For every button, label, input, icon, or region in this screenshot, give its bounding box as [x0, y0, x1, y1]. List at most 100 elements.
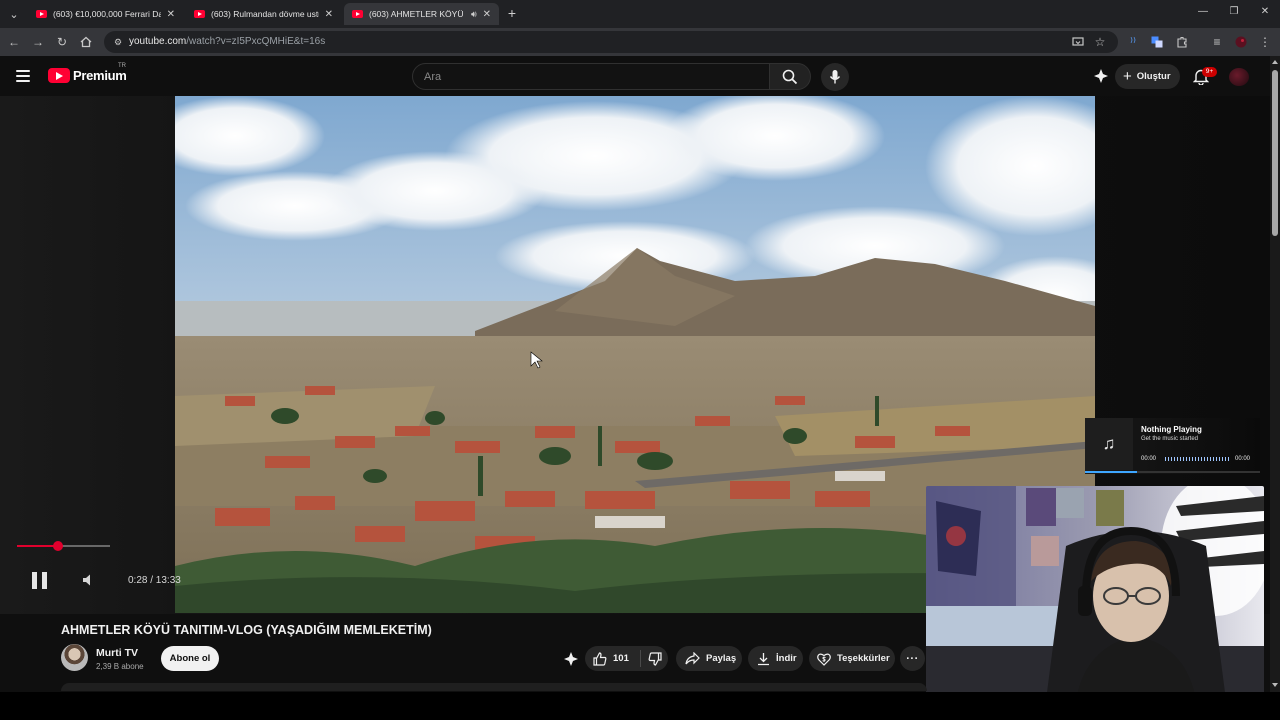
youtube-premium-logo[interactable]: Premium TR — [48, 63, 127, 83]
new-tab-plus-icon[interactable]: + — [505, 5, 519, 21]
back-arrow-icon[interactable]: ← — [5, 33, 23, 51]
channel-name[interactable]: Murti TV — [96, 647, 138, 659]
reload-icon[interactable]: ↻ — [53, 33, 71, 51]
bookmark-star-icon[interactable]: ☆ — [1091, 33, 1109, 51]
scroll-up-arrow-icon[interactable] — [1272, 60, 1278, 64]
webcam-overlay — [926, 486, 1264, 700]
music-widget-progress — [1085, 471, 1137, 473]
search-button[interactable] — [769, 63, 811, 90]
browser-tab-1[interactable]: (603) €10,000,000 Ferrari Dayto ✕ — [28, 3, 183, 25]
download-button[interactable]: İndir — [748, 646, 803, 671]
url-path: /watch?v=zI5PxcQMHiE&t=16s — [186, 36, 326, 47]
progress-scrubber-knob[interactable] — [53, 541, 63, 551]
url-text[interactable]: youtube.com/watch?v=zI5PxcQMHiE&t=16s — [129, 36, 325, 47]
microphone-icon — [829, 70, 841, 84]
music-widget-title: Nothing Playing — [1141, 425, 1202, 434]
music-widget-time-end: 00:00 — [1235, 456, 1251, 462]
scroll-down-arrow-icon[interactable] — [1272, 683, 1278, 687]
notification-count-badge: 9+ — [1202, 67, 1217, 77]
download-icon — [758, 652, 769, 665]
music-widget-subtitle: Get the music started — [1141, 436, 1199, 442]
guide-menu-icon[interactable] — [16, 70, 30, 82]
plus-icon: + — [1123, 67, 1132, 85]
youtube-favicon-icon — [36, 10, 47, 18]
thumbs-down-icon — [648, 651, 662, 666]
music-note-icon: ♫ — [1085, 418, 1133, 470]
thanks-heart-dollar-icon — [817, 653, 831, 666]
webcam-streamer-image — [926, 486, 1264, 700]
close-window-icon[interactable]: ✕ — [1257, 6, 1273, 17]
youtube-play-logo-icon — [48, 68, 70, 83]
extensions-puzzle-icon[interactable] — [1173, 33, 1191, 51]
forward-arrow-icon[interactable]: → — [29, 33, 47, 51]
more-actions-icon[interactable]: ··· — [900, 646, 925, 671]
thumbs-up-icon — [593, 651, 607, 666]
share-arrow-icon — [685, 652, 700, 665]
like-count: 101 — [613, 653, 629, 664]
browser-tab-3-active[interactable]: (603) AHMETLER KÖYÜ TAN 🔊︎ ✕ — [344, 3, 499, 25]
browser-menu-kebab-icon[interactable]: ⋮ — [1256, 33, 1274, 51]
channel-avatar[interactable] — [61, 644, 88, 671]
thanks-label: Teşekkürler — [837, 653, 890, 664]
time-display: 0:28 / 13:33 — [128, 575, 181, 586]
create-button[interactable]: + Oluştur — [1115, 64, 1180, 89]
thanks-button[interactable]: Teşekkürler — [809, 646, 895, 671]
like-button[interactable]: 101 — [585, 651, 640, 666]
video-title: AHMETLER KÖYÜ TANITIM-VLOG (YAŞADIĞIM ME… — [61, 623, 432, 637]
browser-tab-2[interactable]: (603) Rulmandan dövme ustura ✕ — [186, 3, 341, 25]
youtube-favicon-icon — [194, 10, 205, 18]
profile-icon[interactable] — [1232, 33, 1250, 51]
browser-toolbar: ← → ↻ ⚙︎ youtube.com/watch?v=zI5PxcQMHiE… — [0, 28, 1280, 56]
page-scrollbar[interactable] — [1270, 56, 1280, 692]
address-bar[interactable]: ⚙︎ youtube.com/watch?v=zI5PxcQMHiE&t=16s — [104, 31, 1118, 53]
cast-screen-icon[interactable] — [1069, 33, 1087, 51]
player-controls: 0:28 / 13:33 — [0, 540, 181, 600]
ask-sparkle-icon[interactable] — [561, 649, 581, 669]
search-input[interactable] — [413, 64, 769, 89]
scrollbar-thumb[interactable] — [1272, 70, 1278, 236]
account-avatar[interactable] — [1229, 68, 1249, 86]
read-aloud-icon[interactable]: ⁾⁾ — [1124, 33, 1142, 51]
volume-icon[interactable] — [82, 573, 96, 587]
logo-region-code: TR — [118, 63, 126, 69]
sparkle-ai-icon[interactable] — [1092, 67, 1110, 85]
bottom-black-bar — [0, 692, 1280, 720]
share-label: Paylaş — [706, 653, 737, 664]
site-info-icon[interactable]: ⚙︎ — [112, 36, 124, 48]
logo-wordmark: Premium — [73, 68, 127, 83]
browser-tab-title: (603) Rulmandan dövme ustura — [211, 9, 319, 19]
tab-audio-speaker-icon[interactable]: 🔊︎ — [471, 9, 477, 20]
subscriber-count: 2,39 B abone — [96, 662, 144, 671]
subscribe-button[interactable]: Abone ol — [161, 646, 219, 671]
like-dislike-group: 101 — [585, 646, 668, 671]
close-tab-icon[interactable]: ✕ — [325, 9, 333, 20]
home-icon[interactable] — [77, 33, 95, 51]
browser-tab-title: (603) AHMETLER KÖYÜ TAN — [369, 9, 465, 19]
restore-window-icon[interactable]: ❐ — [1226, 6, 1242, 17]
music-widget: ♫ Nothing Playing Get the music started … — [1085, 418, 1260, 474]
close-tab-icon[interactable]: ✕ — [483, 9, 491, 20]
minimize-window-icon[interactable]: — — [1195, 6, 1211, 17]
progress-bar[interactable] — [17, 541, 110, 551]
search-box[interactable] — [412, 63, 770, 90]
url-host: youtube.com — [129, 36, 187, 47]
browser-tab-title: (603) €10,000,000 Ferrari Dayto — [53, 9, 161, 19]
close-tab-icon[interactable]: ✕ — [167, 9, 175, 20]
search-icon — [782, 69, 798, 84]
browser-tab-strip: ⌄ (603) €10,000,000 Ferrari Dayto ✕ (603… — [0, 0, 1280, 28]
translate-extension-icon[interactable] — [1148, 33, 1166, 51]
create-label: Oluştur — [1136, 71, 1171, 82]
dislike-button[interactable] — [641, 651, 668, 666]
youtube-favicon-icon — [352, 10, 363, 18]
youtube-masthead: Premium TR + Oluştur — [0, 56, 1270, 96]
music-widget-time-start: 00:00 — [1141, 456, 1157, 462]
reading-list-icon[interactable]: ≡ — [1208, 33, 1226, 51]
music-widget-waveform — [1165, 457, 1231, 461]
tab-search-chevron-icon[interactable]: ⌄ — [4, 4, 24, 24]
description-box-edge[interactable] — [61, 683, 927, 691]
share-button[interactable]: Paylaş — [676, 646, 742, 671]
download-label: İndir — [776, 653, 797, 664]
voice-search-button[interactable] — [821, 63, 849, 91]
pause-button[interactable] — [32, 572, 48, 589]
progress-fill — [17, 545, 58, 547]
